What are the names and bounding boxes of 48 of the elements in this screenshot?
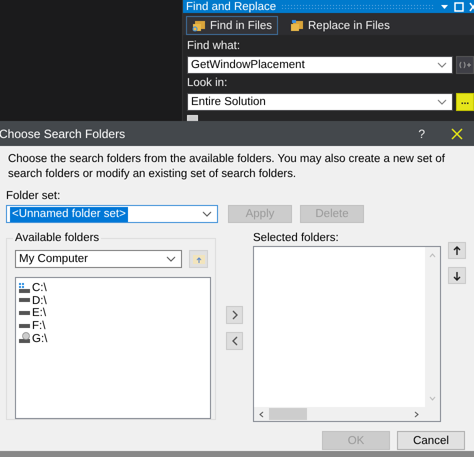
- folder-item[interactable]: D:\: [32, 294, 47, 307]
- disc-drive-icon: [18, 332, 31, 344]
- folder-item[interactable]: F:\: [32, 320, 46, 332]
- scroll-left-icon[interactable]: [259, 410, 264, 418]
- add-button[interactable]: [226, 306, 243, 324]
- browse-button[interactable]: ...: [456, 93, 474, 111]
- selected-folders-label: Selected folders:: [253, 232, 340, 245]
- chevron-left-icon: [232, 336, 238, 346]
- chevron-down-icon: [437, 62, 447, 68]
- chevron-down-icon: [202, 211, 212, 217]
- description-text: Choose the search folders from the available folders. You may also create a new set of search folders or modify an existing set of search folders.: [8, 152, 446, 182]
- arrow-up-icon: [453, 246, 461, 256]
- panel-title: Find and Replace: [186, 0, 276, 12]
- find-what-field[interactable]: GetWindowPlacement: [187, 56, 453, 74]
- help-button[interactable]: ?: [418, 126, 425, 140]
- folder-icon: [192, 20, 206, 32]
- regex-icon: [459, 61, 471, 69]
- folder-item[interactable]: C:\: [32, 282, 47, 294]
- parent-folder-button[interactable]: [189, 250, 208, 268]
- location-dropdown[interactable]: My Computer: [15, 250, 182, 268]
- move-up-button[interactable]: [448, 242, 466, 259]
- regex-button[interactable]: [456, 56, 474, 74]
- look-in-label: Look in:: [187, 77, 228, 89]
- move-down-button[interactable]: [448, 267, 466, 284]
- chevron-down-icon: [437, 99, 447, 105]
- folder-item[interactable]: G:\: [32, 332, 48, 345]
- maximize-icon[interactable]: [454, 2, 464, 12]
- cancel-button[interactable]: Cancel: [397, 431, 465, 450]
- look-in-field[interactable]: Entire Solution: [187, 93, 453, 111]
- folder-icon: [290, 20, 304, 32]
- find-what-label: Find what:: [187, 40, 242, 52]
- arrow-down-icon: [453, 270, 461, 280]
- drive-icon: [18, 282, 31, 294]
- close-icon[interactable]: [451, 128, 463, 140]
- chevron-down-icon: [166, 256, 176, 262]
- dropdown-icon[interactable]: [440, 2, 449, 10]
- chevron-right-icon: [232, 310, 238, 320]
- drive-icon: [18, 324, 31, 328]
- folder-set-field[interactable]: <Unnamed folder set>: [6, 205, 218, 223]
- remove-button[interactable]: [226, 332, 243, 350]
- tab[interactable]: Find in Files: [186, 16, 278, 35]
- drive-icon: [18, 310, 31, 315]
- scroll-right-icon[interactable]: [414, 410, 419, 418]
- drive-icon: [18, 298, 31, 302]
- folder-set-label: Folder set:: [6, 190, 62, 203]
- folder-item[interactable]: E:\: [32, 307, 46, 320]
- tab[interactable]: Replace in Files: [284, 16, 396, 35]
- folder-up-icon: [192, 254, 204, 264]
